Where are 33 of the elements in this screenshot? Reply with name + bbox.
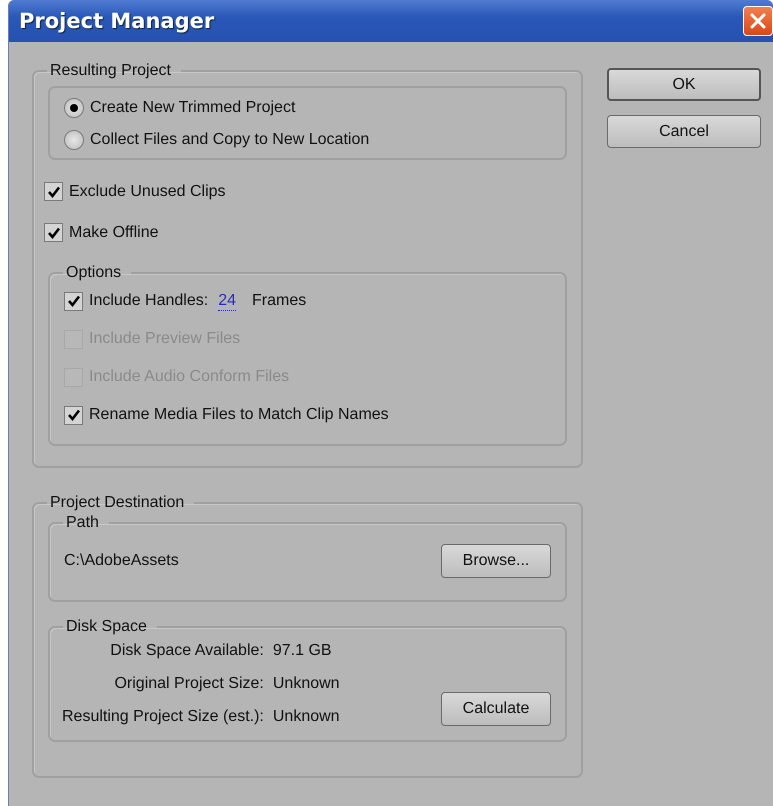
dialog-button[interactable]: OK (607, 68, 761, 101)
checkbox[interactable] (44, 182, 63, 201)
close-icon (748, 11, 768, 31)
checkbox-label: Rename Media Files to Match Clip Names (89, 406, 389, 424)
unit-label: Frames (252, 292, 306, 310)
checkbox[interactable] (44, 223, 63, 242)
checkbox[interactable] (64, 292, 83, 310)
path-text: C:\AdobeAssets (64, 552, 179, 570)
frames-value[interactable]: 24 (218, 292, 236, 310)
info-value: 97.1 GB (272, 642, 333, 660)
group-title: Disk Space (65, 618, 148, 636)
group-title: Resulting Project (49, 62, 172, 80)
group-title: Options (65, 264, 122, 282)
info-label: Original Project Size: (113, 675, 264, 693)
group-title: Project Destination (49, 494, 186, 512)
checkbox-label: Exclude Unused Clips (69, 182, 226, 200)
radio-label: Create New Trimmed Project (90, 99, 296, 117)
checkbox-label: Make Offline (69, 224, 159, 242)
info-label: Resulting Project Size (est.): (62, 708, 264, 726)
checkbox[interactable] (64, 406, 83, 424)
info-value: Unknown (272, 675, 340, 693)
window-title: Project Manager (19, 9, 214, 33)
close-button[interactable] (743, 6, 773, 36)
dialog-button[interactable]: Cancel (607, 115, 761, 148)
calculate-button[interactable]: Calculate (441, 692, 551, 726)
info-label: Disk Space Available: (109, 642, 264, 660)
radio-label: Collect Files and Copy to New Location (90, 131, 370, 149)
group-title: Path (65, 514, 100, 532)
checkbox-label: Include Handles: (89, 292, 208, 310)
radio-button[interactable] (64, 130, 84, 150)
browse-button[interactable]: Browse... (441, 544, 551, 578)
info-value: Unknown (272, 708, 340, 726)
radio-button[interactable] (64, 98, 84, 118)
